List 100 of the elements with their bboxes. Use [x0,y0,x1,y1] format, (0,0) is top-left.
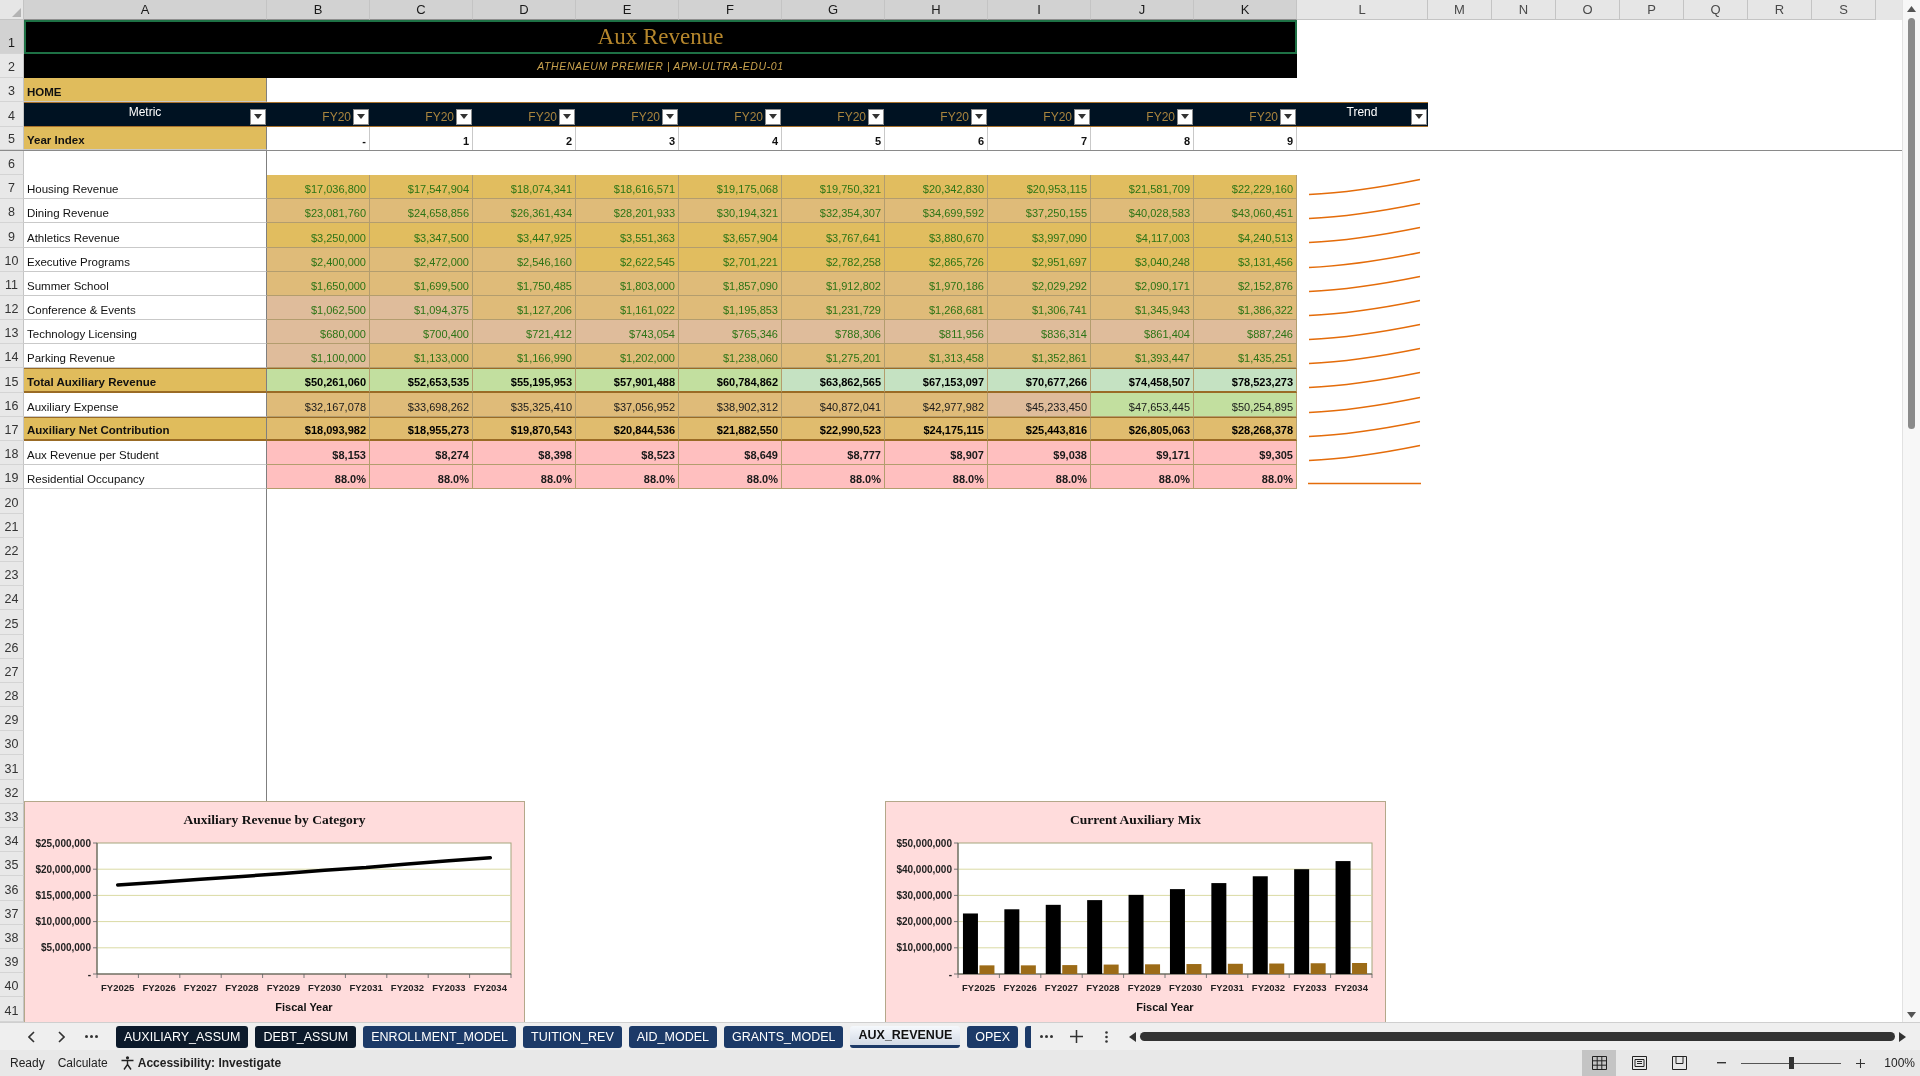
row-header[interactable]: 12 [0,295,24,321]
filter-dropdown-button[interactable] [1177,108,1193,125]
zoom-in-button[interactable] [1854,1056,1868,1070]
column-header[interactable]: N [1492,0,1556,20]
filter-dropdown-button[interactable] [1280,108,1296,125]
filter-dropdown-button[interactable] [971,108,987,125]
row-header[interactable]: 33 [0,803,24,828]
vertical-scrollbar[interactable] [1902,0,1920,1022]
row-header[interactable]: 36 [0,876,24,901]
column-header[interactable]: H [885,0,988,20]
row-header[interactable]: 34 [0,828,24,853]
column-header[interactable]: B [267,0,370,20]
column-header[interactable]: C [370,0,473,20]
row-header[interactable]: 5 [0,126,24,150]
column-header[interactable]: S [1812,0,1876,20]
sheet-tab[interactable]: GRANTS_MODEL [724,1025,844,1048]
row-header[interactable]: 38 [0,924,24,949]
sheet-tab-edge[interactable] [1025,1025,1031,1048]
row-header[interactable]: 15 [0,368,24,393]
filter-dropdown-button[interactable] [662,108,678,125]
column-header[interactable]: E [576,0,679,20]
table-cell: $788,306 [782,320,885,345]
column-header[interactable]: G [782,0,885,20]
table-cell: $2,701,221 [679,247,782,272]
column-header[interactable]: J [1091,0,1194,20]
status-text: Calculate [57,1056,108,1070]
row-header[interactable]: 2 [0,54,24,79]
row-header[interactable]: 32 [0,779,24,804]
column-header[interactable]: Q [1684,0,1748,20]
row-header[interactable]: 1 [0,20,24,54]
filter-dropdown-button[interactable] [250,108,266,125]
scrollbar-thumb[interactable] [1140,1032,1895,1041]
row-header[interactable]: 18 [0,441,24,466]
column-header[interactable]: L [1297,0,1428,20]
row-header[interactable]: 30 [0,731,24,756]
axis-tick-label: $20,000,000 [35,863,91,875]
row-header[interactable]: 41 [0,997,24,1022]
table-cell: $3,880,670 [885,223,988,248]
column-header[interactable]: F [679,0,782,20]
row-header[interactable]: 35 [0,852,24,877]
row-header[interactable]: 10 [0,247,24,272]
filter-dropdown-button[interactable] [559,108,575,125]
column-header[interactable]: A [24,0,267,20]
sheet-tab[interactable]: AUX_REVENUE [850,1025,961,1048]
row-header[interactable]: 31 [0,755,24,780]
row-header[interactable]: 9 [0,223,24,248]
row-header[interactable]: 39 [0,948,24,974]
row-header[interactable]: 29 [0,707,24,732]
column-header[interactable]: I [988,0,1091,20]
column-header[interactable]: O [1556,0,1620,20]
row-header[interactable]: 19 [0,465,24,490]
row-label: Summer School [24,271,267,296]
sheet-tab[interactable]: DEBT_ASSUM [255,1025,357,1048]
sheet-tab[interactable]: AUXILIARY_ASSUM [116,1025,249,1048]
scroll-down-button[interactable] [1907,1012,1916,1018]
row-header[interactable]: 16 [0,392,24,417]
sheet-tab[interactable]: TUITION_REV [523,1025,622,1048]
sheet-tab[interactable]: ENROLLMENT_MODEL [363,1025,517,1048]
page-break-icon [1671,1056,1687,1070]
row-header[interactable]: 6 [0,150,24,175]
column-header[interactable]: R [1748,0,1812,20]
row-header[interactable]: 25 [0,610,24,635]
row-header[interactable]: 40 [0,973,24,998]
row-header[interactable]: 22 [0,537,24,562]
row-header[interactable]: 11 [0,271,24,296]
row-header[interactable]: 26 [0,634,24,659]
axis-tick-label: FY2031 [349,982,383,993]
row-header[interactable]: 21 [0,513,24,538]
column-header[interactable]: M [1428,0,1492,20]
filter-dropdown-button[interactable] [353,108,369,125]
sheet-tab[interactable]: OPEX [967,1025,1018,1048]
row-header[interactable]: 20 [0,489,24,514]
table-cell: $22,229,160 [1194,174,1297,200]
filter-dropdown-button[interactable] [765,108,781,125]
scroll-up-button[interactable] [1907,6,1916,12]
accessibility-button[interactable]: Accessibility: Investigate [120,1056,282,1070]
row-header[interactable]: 24 [0,586,24,611]
row-header[interactable]: 3 [0,78,24,103]
zoom-slider-thumb[interactable] [1789,1057,1795,1069]
filter-dropdown-button[interactable] [456,108,472,125]
row-header[interactable]: 28 [0,682,24,708]
row-header[interactable]: 27 [0,658,24,683]
row-header[interactable]: 23 [0,561,24,587]
sheet-tab[interactable]: AID_MODEL [628,1025,717,1048]
view-button[interactable] [1582,1050,1617,1076]
row-header[interactable]: 7 [0,174,24,200]
zoom-slider[interactable] [1741,1056,1842,1070]
filter-dropdown-button[interactable] [868,108,884,125]
row-header[interactable]: 37 [0,900,24,925]
row-header[interactable]: 8 [0,199,24,224]
column-header[interactable]: D [473,0,576,20]
row-header[interactable]: 14 [0,344,24,369]
row-header[interactable]: 4 [0,102,24,127]
row-header[interactable]: 17 [0,416,24,441]
row-header[interactable]: 13 [0,320,24,345]
column-header[interactable]: P [1620,0,1684,20]
scrollbar-thumb[interactable] [1908,18,1915,429]
column-header[interactable]: K [1194,0,1297,20]
filter-dropdown-button[interactable] [1411,108,1427,125]
filter-dropdown-button[interactable] [1074,108,1090,125]
